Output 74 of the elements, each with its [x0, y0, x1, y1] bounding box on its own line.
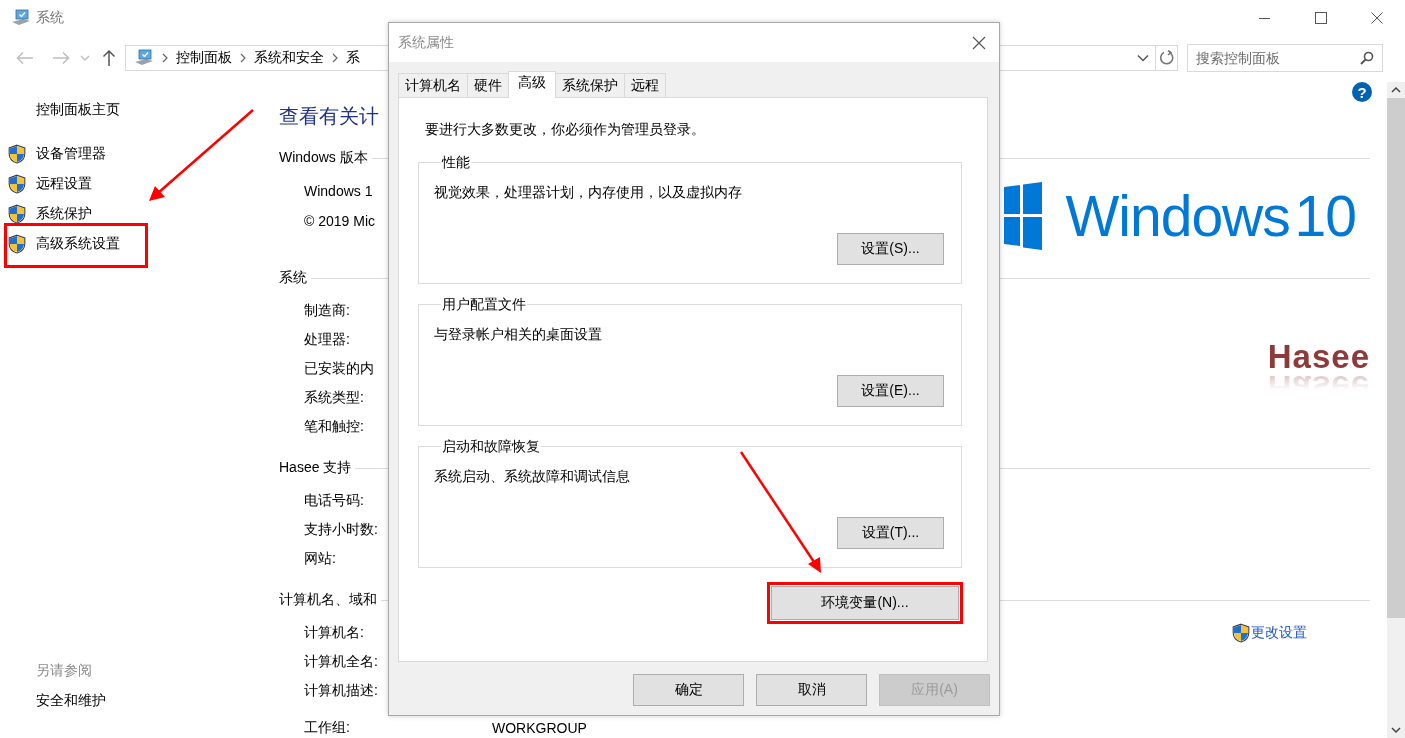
- sidebar-item[interactable]: 系统保护: [8, 199, 127, 229]
- settings-button[interactable]: 设置(T)...: [837, 517, 944, 549]
- refresh-icon: [1158, 50, 1175, 66]
- windows-brand-text: Windows 10: [1065, 185, 1356, 247]
- section-heading: 系统: [279, 269, 307, 287]
- section-heading: Windows 版本: [279, 149, 368, 167]
- group-description: 与登录帐户相关的桌面设置: [434, 325, 603, 344]
- breadcrumb-item[interactable]: 系统和安全: [254, 49, 324, 67]
- window-title: 系统: [36, 9, 64, 27]
- up-arrow-icon[interactable]: [102, 49, 116, 67]
- chevron-right-icon: [162, 53, 168, 63]
- change-settings-link[interactable]: 更改设置: [1251, 623, 1307, 642]
- computer-icon: [11, 9, 31, 27]
- help-button[interactable]: ?: [1352, 82, 1372, 102]
- property-label: 计算机全名:: [304, 652, 378, 671]
- tab[interactable]: 高级: [508, 71, 556, 98]
- scrollbar[interactable]: [1387, 82, 1405, 738]
- search-icon: [1360, 51, 1374, 65]
- chevron-right-icon: [240, 53, 246, 63]
- sidebar-item[interactable]: 设备管理器: [8, 139, 127, 169]
- computer-icon: [134, 49, 154, 67]
- property-label: Windows 1: [304, 183, 373, 199]
- group-title: 用户配置文件: [441, 295, 527, 314]
- property-label: 系统类型:: [304, 388, 364, 407]
- dialog-button[interactable]: 取消: [756, 674, 867, 706]
- environment-variables-button[interactable]: 环境变量(N)...: [771, 586, 959, 620]
- group-description: 系统启动、系统故障和调试信息: [434, 467, 631, 486]
- property-label: 制造商:: [304, 301, 350, 320]
- group-description: 视觉效果，处理器计划，内存使用，以及虚拟内存: [434, 183, 743, 202]
- chevron-right-icon: [332, 53, 338, 63]
- property-label: 笔和触控:: [304, 417, 364, 436]
- admin-note: 要进行大多数更改，你必须作为管理员登录。: [425, 120, 706, 139]
- sidebar-item[interactable]: 高级系统设置: [8, 229, 127, 259]
- dropdown-chevron-icon[interactable]: [1137, 54, 1149, 62]
- scrollbar-thumb[interactable]: [1387, 98, 1405, 618]
- group-title: 性能: [441, 153, 471, 172]
- property-value: WORKGROUP: [492, 719, 587, 736]
- maximize-icon[interactable]: [1315, 12, 1327, 24]
- property-label: 计算机描述:: [304, 681, 378, 700]
- settings-button[interactable]: 设置(E)...: [837, 375, 944, 407]
- close-icon[interactable]: [1371, 12, 1383, 24]
- sidebar-link[interactable]: 安全和维护: [36, 685, 279, 715]
- sidebar-item[interactable]: 远程设置: [8, 169, 127, 199]
- group-title: 启动和故障恢复: [441, 437, 541, 456]
- breadcrumb-item[interactable]: 系: [346, 49, 360, 67]
- windows-logo-icon: [1003, 181, 1042, 251]
- property-label: 处理器:: [304, 330, 350, 349]
- breadcrumb-item[interactable]: 控制面板: [176, 49, 232, 67]
- shield-icon: [8, 234, 26, 254]
- property-label: 电话号码:: [304, 491, 364, 510]
- see-also-heading: 另请参阅: [36, 661, 93, 680]
- property-label: 工作组:: [304, 718, 350, 737]
- tab[interactable]: 远程: [624, 73, 666, 97]
- property-label: 网站:: [304, 549, 336, 568]
- refresh-button[interactable]: [1156, 45, 1178, 71]
- property-label: 已安装的内: [304, 359, 374, 378]
- dialog-title: 系统属性: [398, 33, 454, 52]
- shield-icon: [8, 174, 26, 194]
- oem-logo-text: Hasee: [1267, 342, 1370, 372]
- property-label: © 2019 Mic: [304, 213, 375, 229]
- section-heading: 计算机名、域和: [279, 591, 377, 609]
- property-label: 计算机名:: [304, 623, 364, 642]
- search-field[interactable]: 搜索控制面板: [1187, 44, 1383, 72]
- shield-icon: [8, 204, 26, 224]
- settings-button[interactable]: 设置(S)...: [837, 233, 944, 265]
- sidebar-link[interactable]: 控制面板主页: [36, 99, 279, 119]
- close-icon[interactable]: [972, 35, 986, 50]
- shield-icon: [8, 144, 26, 164]
- dialog-button[interactable]: 确定: [633, 674, 744, 706]
- page-title: 查看有关计: [279, 104, 379, 129]
- tab[interactable]: 计算机名: [398, 73, 468, 97]
- shield-icon: [1232, 622, 1250, 643]
- section-heading: Hasee 支持: [279, 459, 352, 477]
- property-label: 支持小时数:: [304, 520, 378, 539]
